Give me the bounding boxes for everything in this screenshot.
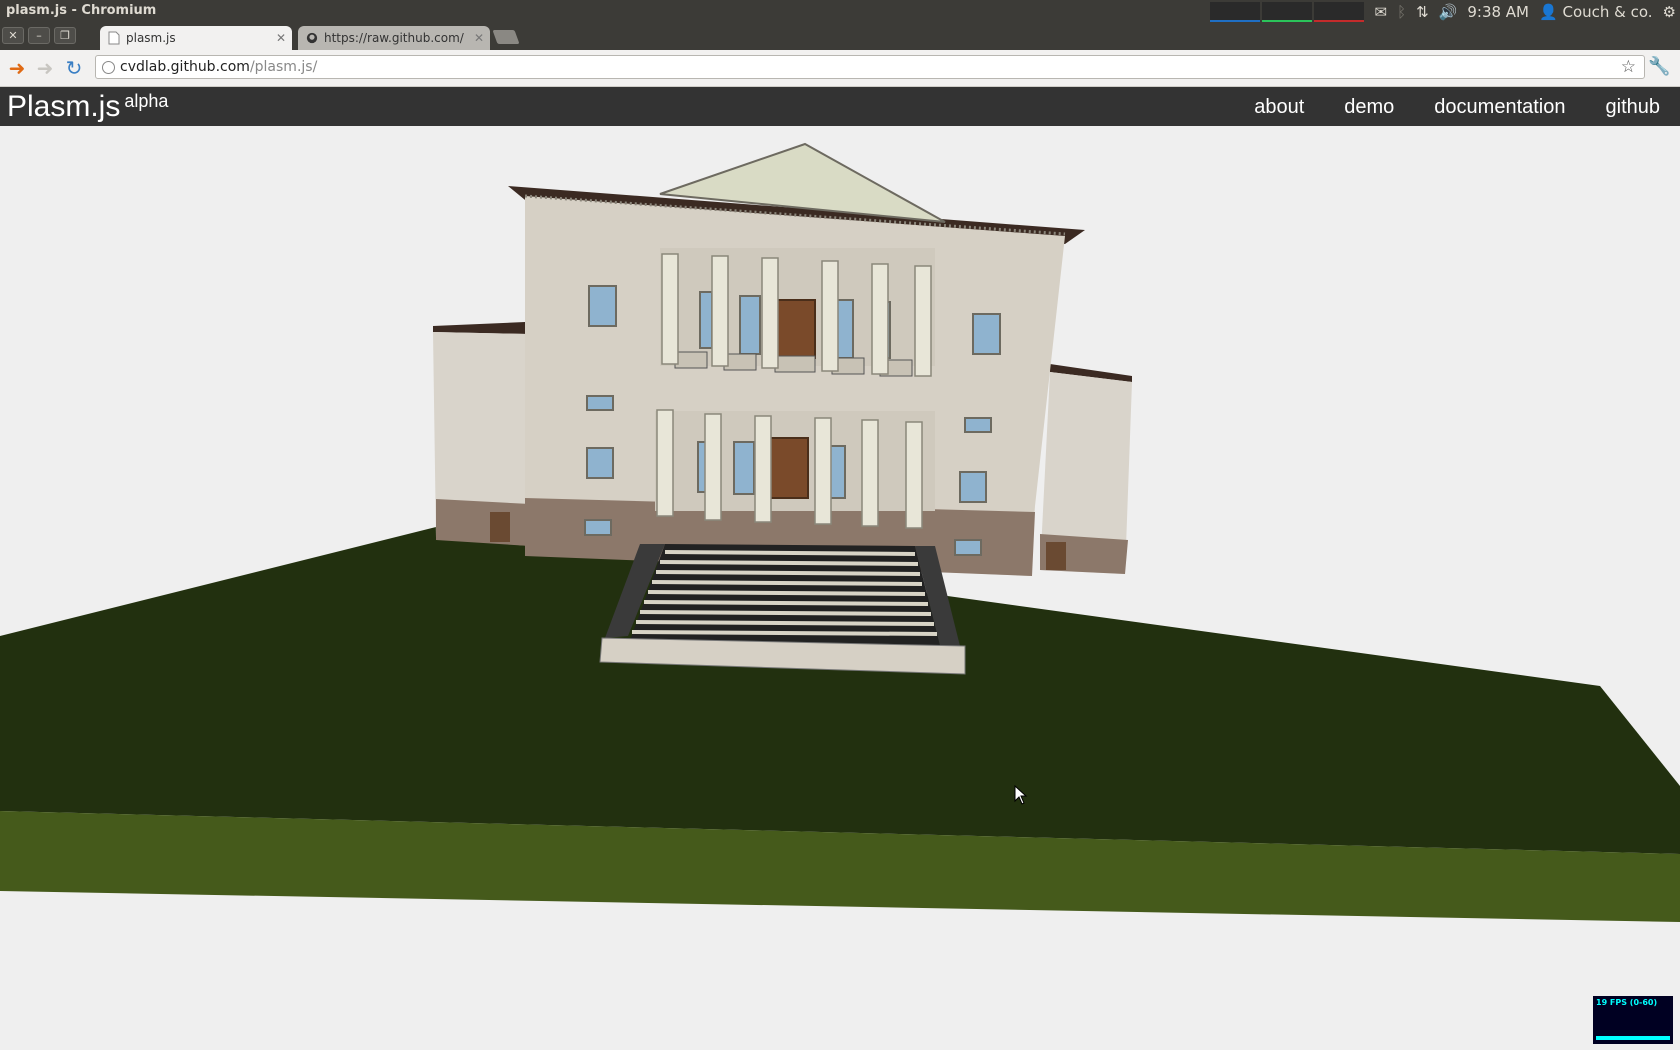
- system-monitor[interactable]: [1210, 2, 1365, 22]
- window-title: plasm.js - Chromium: [6, 3, 157, 18]
- url-host: cvdlab.github.com: [120, 59, 250, 75]
- github-icon: [306, 32, 318, 44]
- mouse-cursor-icon: [1014, 785, 1028, 805]
- nav-about[interactable]: about: [1234, 87, 1324, 126]
- close-icon[interactable]: ✕: [474, 26, 484, 50]
- network-icon[interactable]: ⇅: [1416, 0, 1429, 24]
- tab-label: https://raw.github.com/cv: [324, 31, 464, 45]
- fps-meter: 19 FPS (0-60): [1593, 996, 1673, 1044]
- upper-door: [774, 299, 816, 359]
- memory-graph: [1262, 2, 1313, 22]
- user-icon: 👤: [1539, 3, 1558, 21]
- fps-graph: [1596, 1036, 1670, 1040]
- left-wing-roof: [433, 322, 525, 334]
- brand-badge: alpha: [124, 91, 169, 111]
- tab-strip: ✕ – ❐ plasm.js ✕ https://raw.github.com/…: [0, 24, 1680, 50]
- wrench-icon[interactable]: 🔧: [1648, 56, 1670, 77]
- villa-scene: [0, 142, 1680, 922]
- cpu-graph: [1210, 2, 1261, 22]
- page-icon: [108, 31, 120, 45]
- network-graph: [1314, 2, 1365, 22]
- forward-icon[interactable]: ➜: [33, 56, 57, 80]
- maximize-window-button[interactable]: ❐: [54, 27, 76, 44]
- brand-name: Plasm.js: [7, 90, 121, 123]
- close-window-button[interactable]: ✕: [2, 27, 24, 44]
- tab-github-raw[interactable]: https://raw.github.com/cv ✕: [298, 26, 490, 50]
- clock[interactable]: 9:38 AM: [1467, 0, 1529, 24]
- right-wing-door: [1046, 542, 1066, 570]
- back-icon[interactable]: ➜: [5, 56, 29, 80]
- browser-toolbar: ➜ ➜ ↻ cvdlab.github.com/plasm.js/ ☆ 🔧: [0, 50, 1680, 87]
- user-menu[interactable]: 👤 Couch & co.: [1539, 0, 1653, 24]
- bookmark-star-icon[interactable]: ☆: [1621, 56, 1636, 78]
- nav-demo[interactable]: demo: [1324, 87, 1414, 126]
- close-icon[interactable]: ✕: [276, 26, 286, 50]
- site-nav: about demo documentation github: [1234, 87, 1680, 126]
- bluetooth-icon[interactable]: ᛒ: [1397, 0, 1406, 24]
- mail-icon[interactable]: ✉: [1374, 0, 1387, 24]
- url-path: /plasm.js/: [249, 59, 318, 75]
- tab-label: plasm.js: [126, 31, 176, 45]
- left-wing-door: [490, 512, 510, 542]
- site-brand[interactable]: Plasm.js alpha: [7, 87, 168, 127]
- webgl-canvas[interactable]: [0, 126, 1680, 1050]
- reload-icon[interactable]: ↻: [62, 56, 86, 80]
- volume-icon[interactable]: 🔊: [1439, 0, 1458, 24]
- tab-plasmjs[interactable]: plasm.js ✕: [100, 26, 292, 50]
- minimize-window-button[interactable]: –: [28, 27, 50, 44]
- os-top-panel: plasm.js - Chromium ✉ ᛒ ⇅ 🔊 9:38 AM 👤 Co…: [0, 0, 1680, 24]
- nav-github[interactable]: github: [1586, 87, 1680, 126]
- indicator-area: ✉ ᛒ ⇅ 🔊 9:38 AM 👤 Couch & co. ⚙: [1210, 0, 1676, 24]
- address-bar[interactable]: cvdlab.github.com/plasm.js/ ☆: [95, 55, 1645, 79]
- user-name: Couch & co.: [1562, 3, 1653, 21]
- left-wing-base: [436, 499, 530, 546]
- globe-icon: [102, 61, 115, 74]
- site-header: Plasm.js alpha about demo documentation g…: [0, 87, 1680, 126]
- fps-label: 19 FPS (0-60): [1596, 998, 1658, 1007]
- new-tab-button[interactable]: [492, 30, 520, 44]
- lower-door: [767, 437, 809, 499]
- nav-documentation[interactable]: documentation: [1414, 87, 1585, 126]
- power-gear-icon[interactable]: ⚙: [1663, 0, 1676, 24]
